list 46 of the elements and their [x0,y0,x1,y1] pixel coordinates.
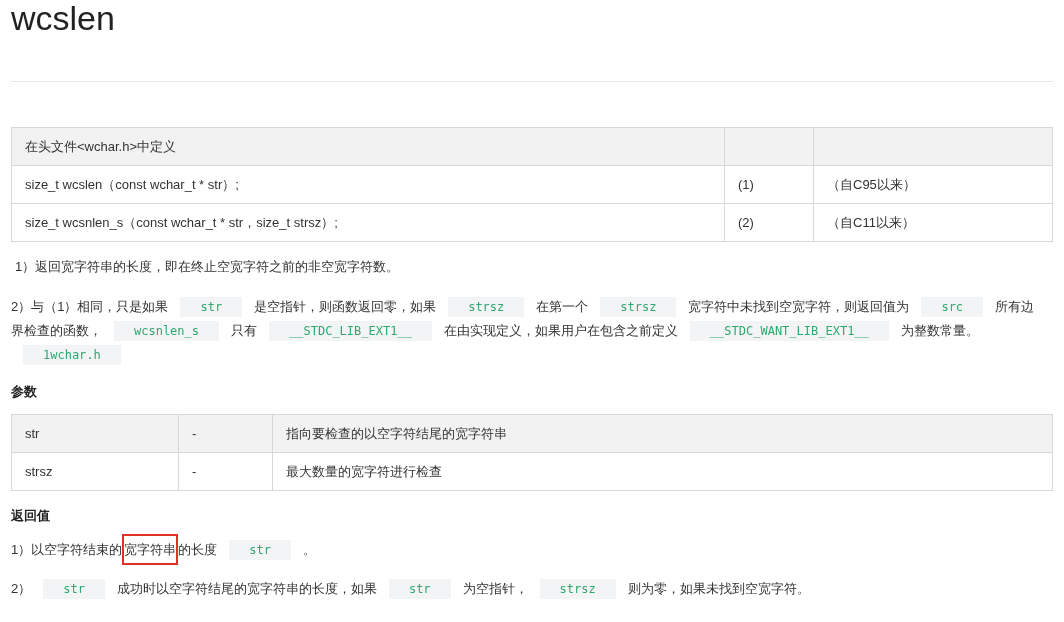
table-cell: str [11,414,179,453]
paragraph-text: 则为零，如果未找到空宽字符。 [627,581,810,596]
paragraph-text: 1）以空字符结束的 [11,542,123,557]
table-cell: 指向要检查的以空字符结尾的宽字符串 [272,414,1053,453]
section-heading: 返回值 [11,507,51,525]
paragraph-text: 为整数常量。 [900,323,979,338]
table-cell: size_t wcslen（const wchar_t * str）; [11,165,725,204]
paragraph-text: 成功时以空字符结尾的宽字符串的长度，如果 [116,581,377,596]
paragraph-text: 所有边 [995,299,1035,314]
inline-code: strsz [600,297,677,317]
paragraph-text: 2）与（1）相同，只是如果 [11,299,169,314]
paragraph-text: 。 [302,542,316,557]
paragraph-text: 宽字符中未找到空宽字符，则返回值为 [688,299,910,314]
inline-code: 1wchar.h [23,345,121,365]
table-cell: - [178,414,273,453]
table-cell: - [178,452,273,491]
paragraph-text: 2） [11,581,32,596]
inline-code: __STDC_WANT_LIB_EXT1__ [689,321,889,341]
table-cell: (2) [724,203,814,242]
table-cell: size_t wcsnlen_s（const wchar_t * str，size_t strsz）; [11,203,725,242]
highlighted-text: 宽字符串 [122,534,179,565]
table-cell: （自C11以来） [813,203,1053,242]
page-title: wcslen [11,0,116,36]
inline-code: __STDC_LIB_EXT1__ [269,321,432,341]
paragraph-text: 1）返回宽字符串的长度，即在终止空宽字符之前的非空宽字符数。 [15,259,400,274]
paragraph-text: 只有 [231,323,258,338]
paragraph-text: 为空指针， [462,581,528,596]
inline-code: str [229,540,291,560]
inline-code: wcsnlen_s [114,321,220,341]
inline-code: str [43,579,105,599]
inline-code: str [180,297,243,317]
paragraph-text: 是空指针，则函数返回零，如果 [254,299,437,314]
table-cell: 最大数量的宽字符进行检查 [272,452,1053,491]
paragraph-text: 在第一个 [536,299,589,314]
inline-code: str [388,579,451,599]
table-cell: 在头文件<wchar.h>中定义 [11,127,725,166]
inline-code: src [921,297,984,317]
paragraph-text: 界检查的函数， [11,323,102,338]
section-heading: 参数 [11,383,38,401]
paragraph-text: 的长度 [178,542,218,557]
paragraph-text: 在由实现定义，如果用户在包含之前定义 [443,323,678,338]
inline-code: strsz [448,297,525,317]
table-cell: （自C95以来） [813,165,1053,204]
table-cell: (1) [724,165,814,204]
inline-code: strsz [539,579,616,599]
table-cell: strsz [11,452,179,491]
